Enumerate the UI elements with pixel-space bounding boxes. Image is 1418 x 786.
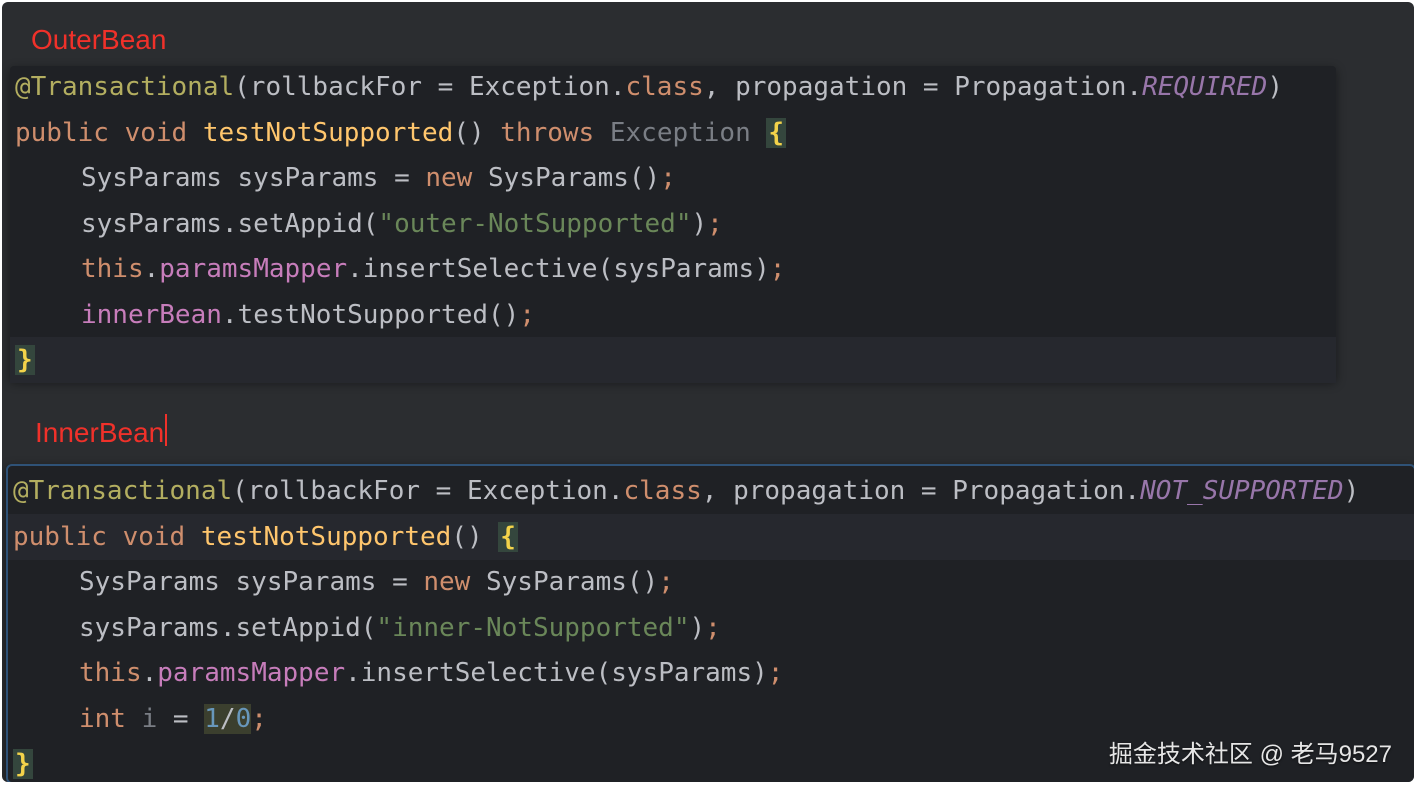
code-line: this.paramsMapper.insertSelective(sysPar… — [79, 658, 784, 688]
outer-bean-label: OuterBean — [31, 24, 167, 55]
text-caret-icon — [165, 414, 168, 446]
code-line: SysParams sysParams = new SysParams(); — [79, 567, 674, 597]
watermark: 掘金技术社区 @ 老马9527 — [1108, 741, 1392, 768]
code-line-annotation: @Transactional(rollbackFor = Exception.c… — [13, 476, 1360, 506]
code-line-annotation: @Transactional(rollbackFor = Exception.c… — [15, 72, 1283, 102]
code-line: this.paramsMapper.insertSelective(sysPar… — [81, 254, 786, 284]
code-line-closing-brace: } — [10, 337, 1336, 383]
outer-bean-code-panel: @Transactional(rollbackFor = Exception.c… — [10, 66, 1336, 383]
code-line: innerBean.testNotSupported(); — [81, 300, 535, 330]
code-line: SysParams sysParams = new SysParams(); — [81, 163, 676, 193]
code-line-method-signature: public void testNotSupported() throws Ex… — [15, 118, 787, 148]
code-line-method-signature: public void testNotSupported() { — [8, 514, 1414, 560]
inner-bean-label: InnerBean — [35, 414, 168, 447]
code-line: sysParams.setAppid("inner-NotSupported")… — [79, 613, 721, 643]
code-line: sysParams.setAppid("outer-NotSupported")… — [81, 209, 723, 239]
editor-screenshot: OuterBean @Transactional(rollbackFor = E… — [2, 2, 1414, 782]
